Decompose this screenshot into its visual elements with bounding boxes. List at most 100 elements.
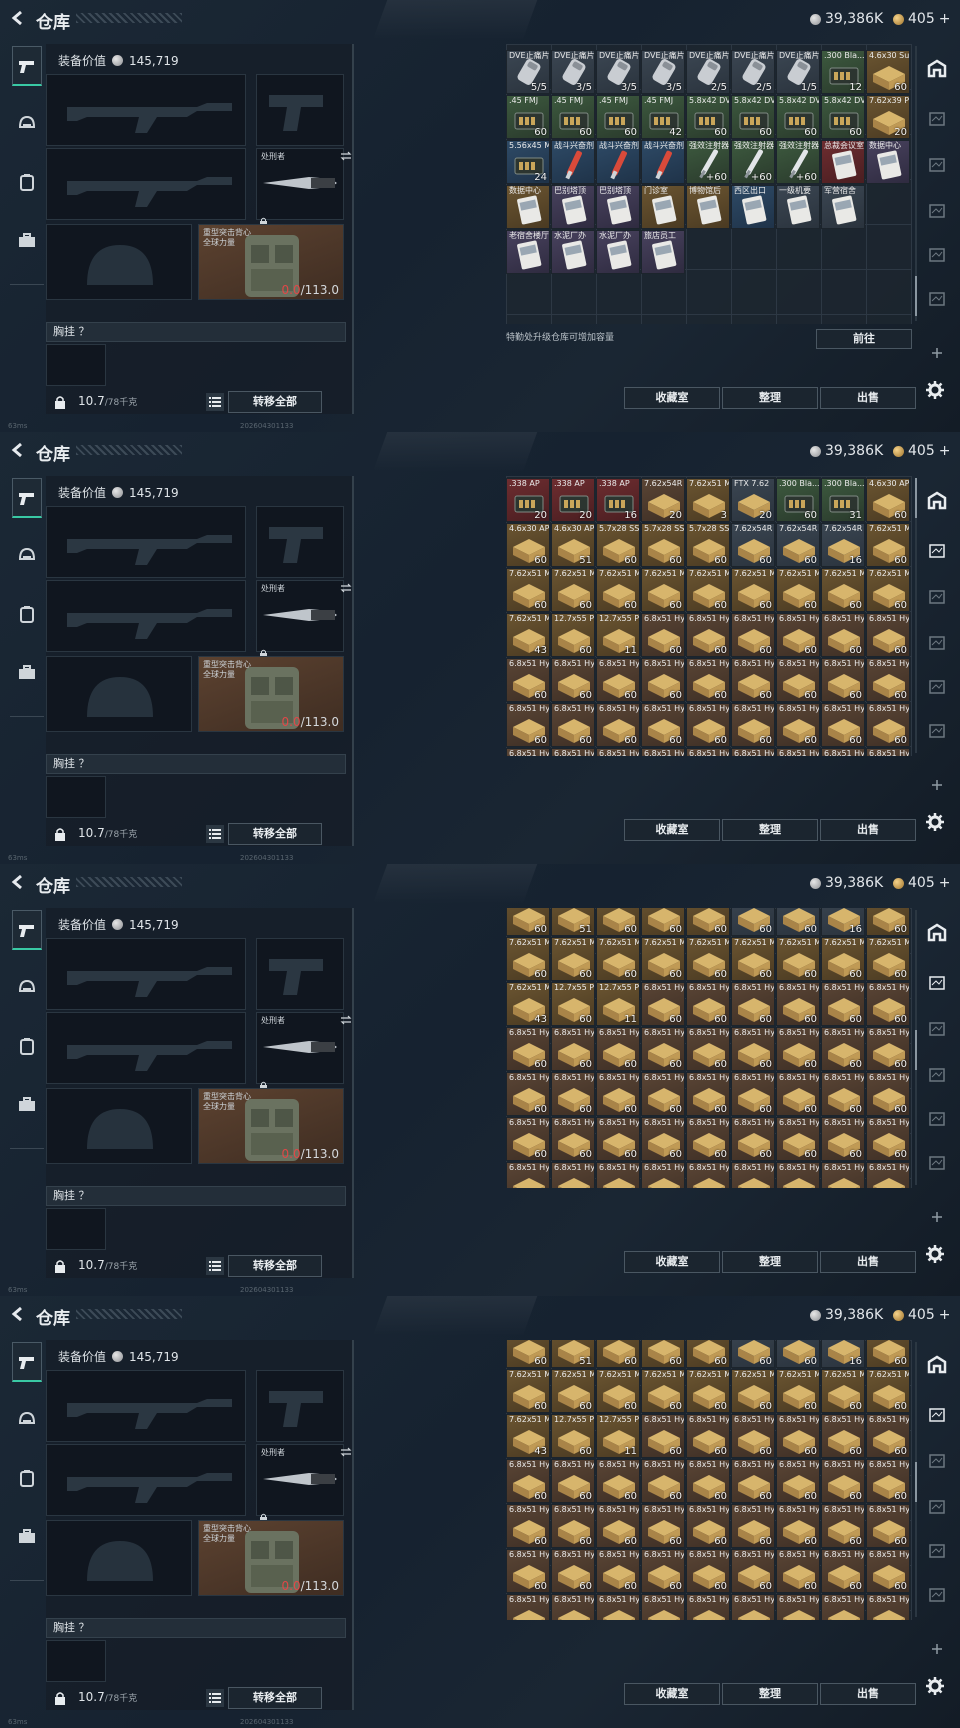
storage-item[interactable]: 7.62x51 M80 60 bbox=[866, 937, 910, 981]
map-icon[interactable] bbox=[922, 628, 952, 658]
storage-item[interactable]: 6.8x51 Hybrid60 bbox=[641, 1117, 685, 1161]
storage-item[interactable]: .45 FMJ 60 bbox=[551, 95, 595, 139]
storage-item[interactable]: 6.8x51 Hybrid60 bbox=[641, 1549, 685, 1593]
storage-item[interactable]: 6.8x51 Hybrid60 bbox=[866, 1504, 910, 1548]
storage-item[interactable]: 6.8x51 Hybrid60 bbox=[506, 658, 550, 702]
storage-item[interactable]: 6.8x51 Hybrid60 bbox=[821, 1594, 865, 1620]
storage-item[interactable]: 巴别塔顶 bbox=[596, 185, 640, 229]
storage-item[interactable]: 5.56x45 M855 24 bbox=[506, 140, 550, 184]
storage-item[interactable]: 7.62x51 M80 60 bbox=[821, 1369, 865, 1413]
pistol-slot[interactable] bbox=[256, 938, 344, 1010]
scrollbar-thumb[interactable] bbox=[915, 1462, 917, 1502]
storage-item[interactable]: 战斗兴奋剂 bbox=[596, 140, 640, 184]
blueprint-icon[interactable] bbox=[922, 104, 952, 134]
lock-icon[interactable] bbox=[54, 826, 66, 845]
chest-rig-slot[interactable] bbox=[46, 776, 106, 818]
storage-grid[interactable]: .338 AP 20 .338 AP 20 .338 AP 16 7.62x54R SNB 2… bbox=[506, 476, 912, 756]
storage-item[interactable]: 6.8x51 Hybrid60 bbox=[686, 748, 730, 756]
add-gold-icon[interactable]: + bbox=[939, 443, 951, 459]
storage-item[interactable]: 7.62x51 M80 60 bbox=[686, 568, 730, 612]
primary-weapon-slot[interactable] bbox=[46, 1370, 246, 1442]
collection-button[interactable]: 收藏室 bbox=[624, 819, 720, 841]
storage-item[interactable]: 6.8x51 Hybrid60 bbox=[731, 1162, 775, 1188]
storage-item[interactable]: 6.8x51 Hybrid60 bbox=[821, 1072, 865, 1116]
storage-item[interactable]: 7.62x51 M80 43 bbox=[506, 1414, 550, 1458]
storage-item[interactable]: 7.62x51 M80 43 bbox=[506, 982, 550, 1026]
storage-item[interactable]: 6.8x51 Hybrid60 bbox=[686, 1594, 730, 1620]
storage-item[interactable]: 6.8x51 Hybrid60 bbox=[551, 1162, 595, 1188]
storage-item[interactable]: 强效注射器 +60 bbox=[686, 140, 730, 184]
add-icon[interactable] bbox=[922, 1634, 952, 1664]
storage-item[interactable]: 7.62x51 M80 60 bbox=[506, 937, 550, 981]
lock-icon[interactable] bbox=[54, 1690, 66, 1709]
add-gold-icon[interactable]: + bbox=[939, 875, 951, 891]
storage-item[interactable]: 6.8x51 Hybrid60 bbox=[686, 1459, 730, 1503]
storage-item[interactable]: 6.8x51 Hybrid60 bbox=[821, 658, 865, 702]
blueprint-icon[interactable] bbox=[922, 536, 952, 566]
storage-item[interactable]: 5.8x42 DVC12 60 bbox=[821, 95, 865, 139]
storage-item[interactable]: 6.8x51 Hybrid60 bbox=[641, 1162, 685, 1188]
storage-item[interactable]: 战斗兴奋剂 bbox=[551, 140, 595, 184]
storage-item[interactable]: 6.8x51 Hybrid60 bbox=[641, 1594, 685, 1620]
pistol-slot[interactable] bbox=[256, 74, 344, 146]
storage-item[interactable]: 51 bbox=[551, 908, 595, 936]
storage-item[interactable]: 6.8x51 Hybrid60 bbox=[686, 613, 730, 657]
storage-item[interactable]: 16 bbox=[821, 908, 865, 936]
armor-slot[interactable]: 重型突击背心 全球力量 0.0/113.0 bbox=[198, 1088, 344, 1164]
storage-item[interactable]: 7.62x51 M80 60 bbox=[641, 568, 685, 612]
map-icon[interactable] bbox=[922, 1580, 952, 1610]
back-icon[interactable] bbox=[10, 10, 26, 26]
storage-item[interactable]: 强效注射器 +60 bbox=[731, 140, 775, 184]
pistol-icon[interactable] bbox=[12, 478, 42, 518]
storage-item[interactable]: 4.6x30 AP SX 60 bbox=[506, 523, 550, 567]
collection-button[interactable]: 收藏室 bbox=[624, 387, 720, 409]
storage-item[interactable]: 数据中心 bbox=[506, 185, 550, 229]
case-icon[interactable] bbox=[12, 220, 42, 260]
gold-currency[interactable]: 405 + bbox=[893, 1307, 950, 1323]
storage-item[interactable]: 6.8x51 Hybrid60 bbox=[641, 1072, 685, 1116]
storage-item[interactable]: 6.8x51 Hybrid60 bbox=[641, 613, 685, 657]
storage-item[interactable]: 12.7x55 PS12B 11 bbox=[596, 982, 640, 1026]
storage-item[interactable]: 5.7x28 SS190 60 bbox=[686, 523, 730, 567]
storage-item[interactable]: 6.8x51 Hybrid60 bbox=[641, 748, 685, 756]
storage-item[interactable]: 6.8x51 Hybrid60 bbox=[821, 1027, 865, 1071]
storage-item[interactable]: 6.8x51 Hybrid60 bbox=[821, 1504, 865, 1548]
collection-button[interactable]: 收藏室 bbox=[624, 1251, 720, 1273]
storage-item[interactable]: 6.8x51 Hybrid60 bbox=[776, 1162, 820, 1188]
storage-item[interactable]: 西区出口 bbox=[731, 185, 775, 229]
storage-item[interactable]: 5.7x28 SS190 60 bbox=[596, 523, 640, 567]
storage-item[interactable]: 总裁会议室 bbox=[821, 140, 865, 184]
storage-item[interactable]: 6.8x51 Hybrid60 bbox=[776, 748, 820, 756]
storage-item[interactable]: 6.8x51 Hybrid60 bbox=[641, 1414, 685, 1458]
storage-item[interactable]: 12.7x55 PS12B 60 bbox=[551, 613, 595, 657]
list-icon[interactable] bbox=[206, 825, 224, 843]
map-icon[interactable] bbox=[922, 1446, 952, 1476]
storage-item[interactable]: DVE止痛片 1/5 bbox=[776, 50, 820, 94]
grid-scrollbar[interactable] bbox=[915, 478, 917, 753]
storage-item[interactable]: 6.8x51 Hybrid60 bbox=[686, 1504, 730, 1548]
storage-item[interactable]: 7.62x51 M80 60 bbox=[866, 1369, 910, 1413]
melee-slot[interactable]: 处刑者 bbox=[256, 580, 352, 659]
storage-item[interactable]: 7.62x51 M80 60 bbox=[821, 568, 865, 612]
storage-item[interactable]: 6.8x51 Hybrid60 bbox=[551, 748, 595, 756]
primary-weapon-slot[interactable] bbox=[46, 506, 246, 578]
storage-item[interactable]: 一级机要 bbox=[776, 185, 820, 229]
storage-item[interactable]: .338 AP 16 bbox=[596, 478, 640, 522]
helmet-icon[interactable] bbox=[12, 104, 42, 144]
storage-grid[interactable]: DVE止痛片 5/5 DVE止痛片 3/5 DVE止痛片 3/5 DVE止痛片 3/5 DVE止… bbox=[506, 44, 912, 324]
case-icon[interactable] bbox=[12, 1084, 42, 1124]
storage-item[interactable]: 4.6x30 Subsonic 60 bbox=[866, 50, 910, 94]
storage-item[interactable]: 6.8x51 Hybrid60 bbox=[866, 982, 910, 1026]
storage-item[interactable]: 7.62x51 M80 60 bbox=[731, 1369, 775, 1413]
storage-item[interactable]: 6.8x51 Hybrid60 bbox=[686, 982, 730, 1026]
lock-icon[interactable] bbox=[54, 394, 66, 413]
map-icon[interactable] bbox=[922, 1104, 952, 1134]
case-icon[interactable] bbox=[12, 1516, 42, 1556]
map-icon[interactable] bbox=[922, 1060, 952, 1090]
sort-button[interactable]: 整理 bbox=[722, 819, 818, 841]
storage-item[interactable]: 6.8x51 Hybrid60 bbox=[506, 703, 550, 747]
storage-item[interactable]: 6.8x51 Hybrid60 bbox=[731, 748, 775, 756]
sort-button[interactable]: 整理 bbox=[722, 387, 818, 409]
sell-button[interactable]: 出售 bbox=[820, 387, 916, 409]
storage-item[interactable]: 7.62x51 M80 60 bbox=[821, 937, 865, 981]
